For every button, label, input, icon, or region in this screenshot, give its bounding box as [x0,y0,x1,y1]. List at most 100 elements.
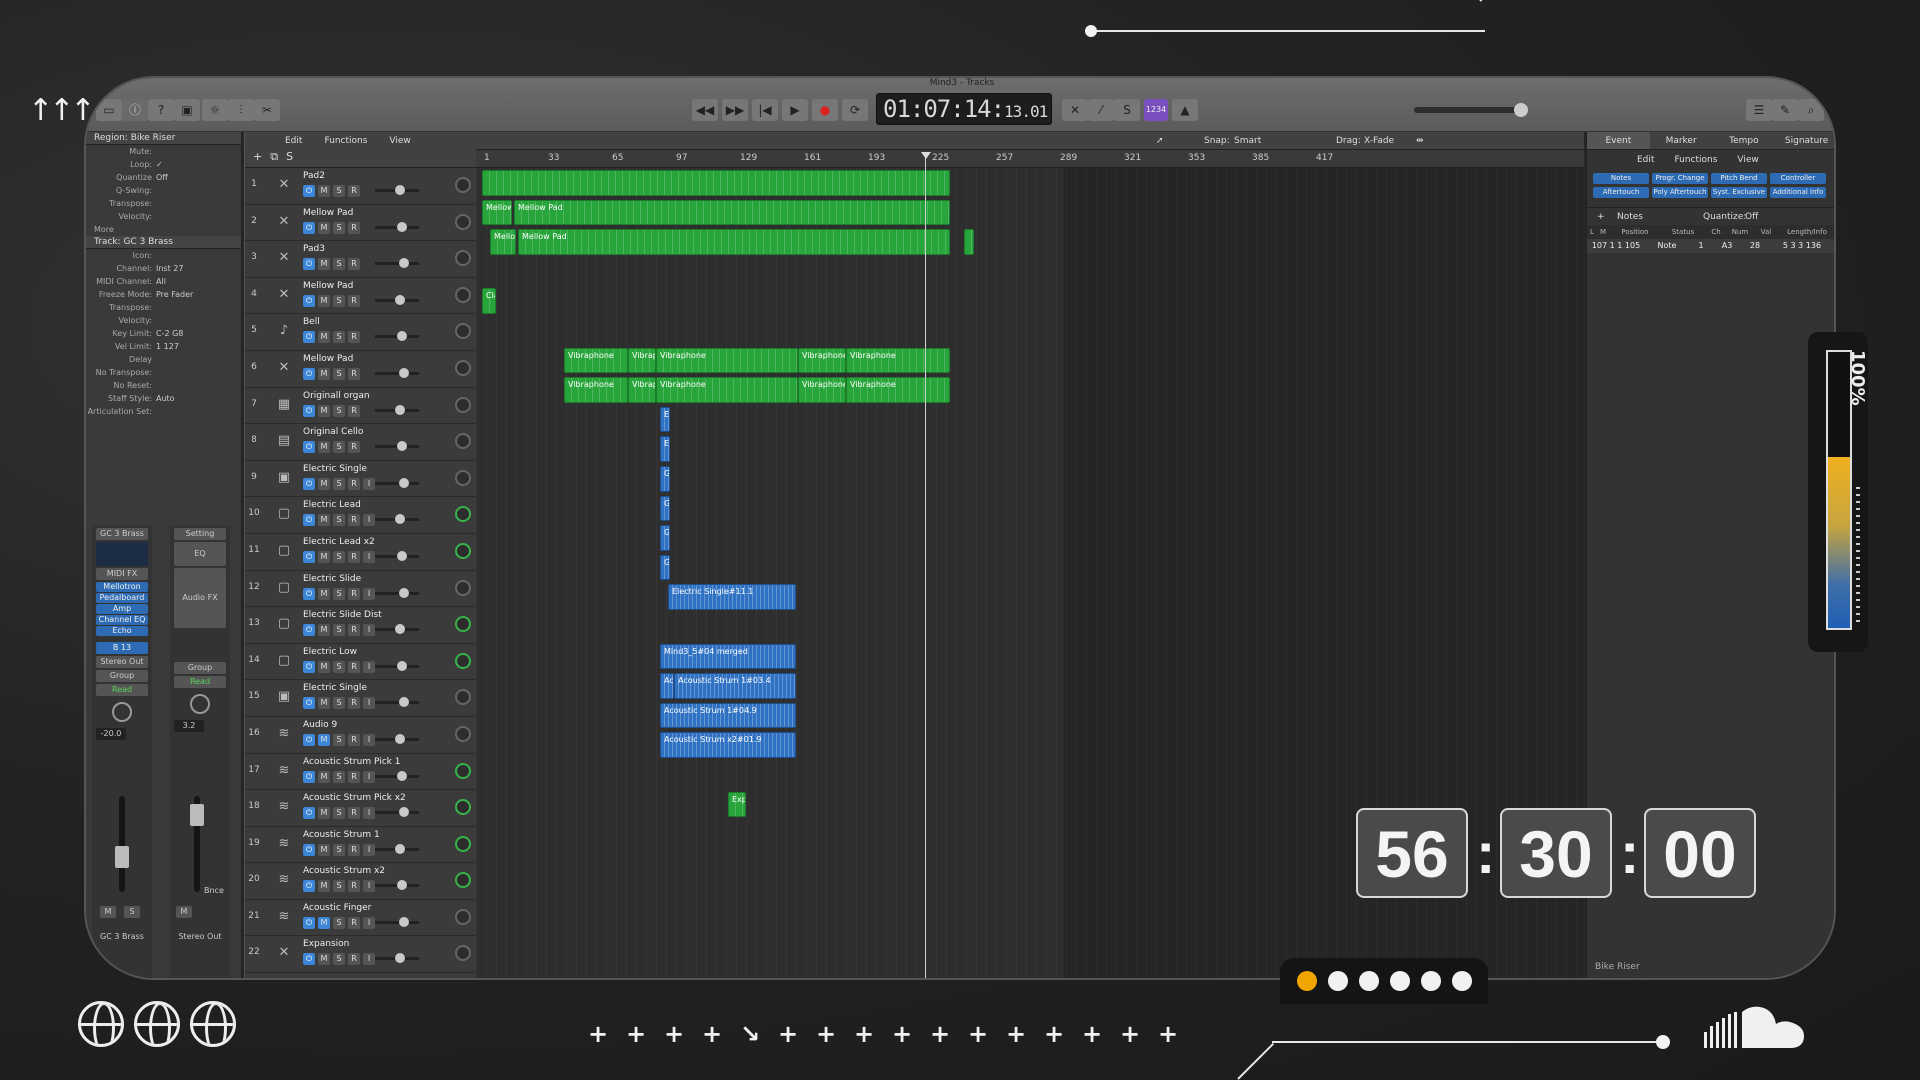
record-enable-button[interactable]: R [348,953,360,966]
go-to-start-icon[interactable]: |◀ [752,99,778,121]
track-pan-knob[interactable] [455,689,471,706]
track-param[interactable]: Delay [86,353,241,366]
more-toggle[interactable]: More [86,223,241,236]
track-volume-slider[interactable] [375,331,419,342]
track-header[interactable]: 4 ✕ Mellow Pad ⏻ M S R [245,277,477,315]
track-pan-knob[interactable] [455,542,471,559]
input-monitor-button[interactable]: I [363,697,375,710]
power-icon[interactable]: ⏻ [303,770,315,783]
track-header[interactable]: 17 ≋ Acoustic Strum Pick 1 ⏻ M S R I [245,753,477,791]
mute-button[interactable]: M [318,367,330,380]
power-icon[interactable]: ⏻ [303,660,315,673]
track-name[interactable]: Electric Lead x2 [303,537,375,547]
event-view-menu[interactable]: View [1737,150,1758,170]
midi-region[interactable]: Mellow [490,229,516,255]
solo-icon[interactable]: S [1114,99,1140,121]
power-icon[interactable]: ⏻ [303,185,315,197]
page-dot[interactable] [1389,971,1410,991]
record-enable-button[interactable]: R [348,660,360,673]
track-pan-knob[interactable] [455,652,471,669]
tab-signature[interactable]: Signature [1775,132,1834,149]
page-dot[interactable] [1451,971,1472,991]
input-monitor-button[interactable]: I [363,660,375,673]
mute-button[interactable]: M [318,880,330,893]
volume-fader-track[interactable] [119,796,125,892]
event-filter-button[interactable]: Pitch Bend [1711,173,1767,184]
track-volume-knob[interactable] [397,550,407,561]
audio-region[interactable]: Acoustic Strum 1#03.4 [674,673,796,699]
track-volume-slider[interactable] [375,587,419,598]
track-volume-knob[interactable] [397,221,407,232]
region-param[interactable]: Loop: ✓ [86,158,241,171]
power-icon[interactable]: ⏻ [303,587,315,600]
power-icon[interactable]: ⏻ [303,880,315,893]
param-value[interactable]: 1 127 [156,340,179,353]
track-name[interactable]: Audio 9 [303,720,337,730]
playhead[interactable] [925,152,926,978]
drag-value[interactable]: X-Fade [1364,132,1394,150]
fast-forward-icon[interactable]: ▶▶ [722,99,748,121]
mute-button[interactable]: M [318,843,330,856]
track-volume-slider[interactable] [375,953,419,964]
mute-button-right[interactable]: M [176,906,192,918]
midi-region[interactable]: Vibraphone [656,377,798,403]
duplicate-track-icon[interactable]: ⧉ [270,150,278,164]
track-pan-knob[interactable] [455,469,471,486]
solo-button[interactable]: S [333,660,345,673]
event-type[interactable]: Notes [1617,212,1643,222]
solo-button[interactable]: S [124,906,140,918]
midi-fx-slot[interactable]: MIDI FX [96,568,148,580]
track-volume-slider[interactable] [375,367,419,378]
track-param[interactable]: Vel Limit: 1 127 [86,340,241,353]
track-volume-knob[interactable] [399,367,409,378]
input-monitor-button[interactable]: I [363,514,375,527]
pan-knob-right[interactable] [190,694,210,714]
eq-thumbnail[interactable] [96,542,148,566]
track-volume-slider[interactable] [375,770,419,781]
master-volume-knob[interactable] [1514,103,1528,117]
track-header[interactable]: 3 ✕ Pad3 ⏻ M S R [245,241,477,278]
audio-region[interactable]: G [660,466,670,492]
record-enable-button[interactable]: R [348,733,360,746]
param-value[interactable]: ✓ [156,158,163,171]
track-volume-slider[interactable] [375,477,419,488]
track-param[interactable]: Channel: Inst 27 [86,262,241,275]
track-volume-knob[interactable] [395,843,405,854]
solo-button[interactable]: S [333,624,345,637]
power-icon[interactable]: ⏻ [303,916,315,929]
track-volume-slider[interactable] [375,697,419,708]
track-pan-knob[interactable] [455,250,471,267]
audio-fx-slot[interactable]: Audio FX [174,568,226,628]
track-header[interactable]: 18 ≋ Acoustic Strum Pick x2 ⏻ M S R I [245,790,477,827]
track-volume-slider[interactable] [375,880,419,891]
edit-menu[interactable]: Edit [285,132,302,150]
track-volume-slider[interactable] [375,404,419,415]
solo-button[interactable]: S [333,843,345,856]
track-header[interactable]: 1 ✕ Pad2 ⏻ M S R [245,168,477,205]
solo-button[interactable]: S [333,587,345,600]
record-enable-button[interactable]: R [348,770,360,783]
mute-button[interactable]: M [318,404,330,417]
audio-region[interactable]: Electric Single#11.1 [668,584,796,610]
track-header[interactable]: 2 ✕ Mellow Pad ⏻ M S R [245,204,477,242]
ruler[interactable]: 1 33 65 97 129 161 193 225 257 289 321 353 385 417 [476,150,1584,168]
midi-region[interactable]: Vibraphone [656,347,798,374]
mute-button[interactable]: M [318,587,330,600]
track-volume-slider[interactable] [375,258,419,269]
track-pan-knob[interactable] [455,506,471,523]
midi-region[interactable]: Mellow P [482,199,512,226]
track-volume-slider[interactable] [375,185,419,195]
track-inspector-header[interactable]: Track: GC 3 Brass [86,236,241,249]
tab-marker[interactable]: Marker [1650,132,1713,149]
record-enable-button[interactable]: R [348,514,360,527]
mute-button[interactable]: M [318,441,330,454]
waveform-zoom-icon[interactable]: ⇹ [1416,132,1424,150]
solo-button[interactable]: S [333,514,345,527]
track-name[interactable]: Electric Slide Dist [303,610,382,620]
track-volume-slider[interactable] [375,441,419,452]
midi-region[interactable]: Vibraphone [798,377,846,403]
audio-region[interactable]: El [660,406,670,433]
event-filter-button[interactable]: Controller [1770,173,1826,184]
power-icon[interactable]: ⏻ [303,221,315,234]
track-name[interactable]: Original Cello [303,427,363,437]
